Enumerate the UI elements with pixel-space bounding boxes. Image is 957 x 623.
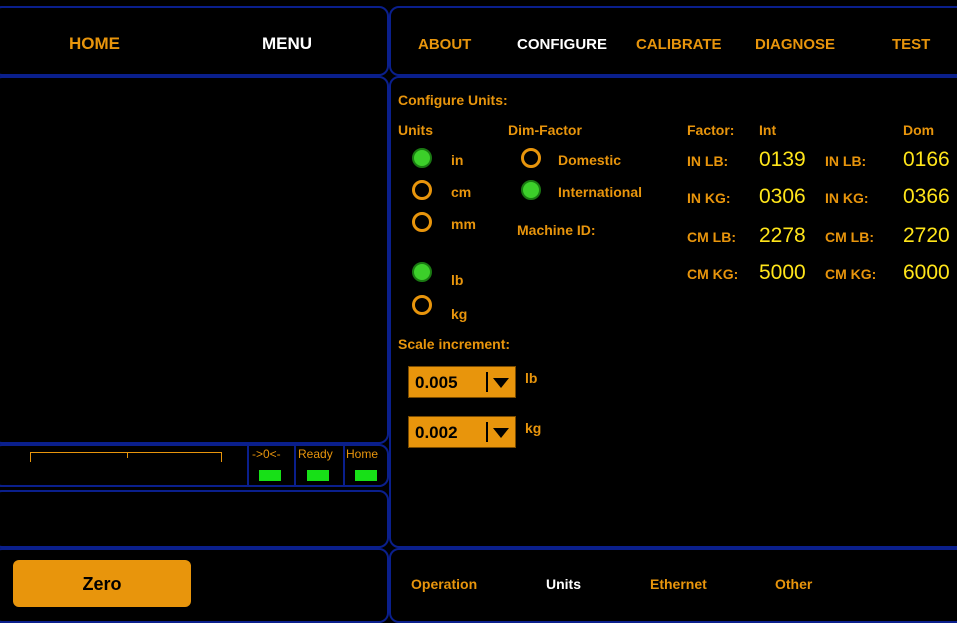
unit-kg-label: kg (451, 306, 468, 322)
select-divider (486, 422, 488, 442)
int-factor-value: 0139 (759, 148, 806, 171)
position-scale (30, 452, 222, 462)
units-header: Units (398, 122, 433, 138)
int-factor-label: IN LB: (687, 153, 729, 169)
unit-lb-radio[interactable] (412, 262, 432, 282)
tab-ethernet[interactable]: Ethernet (650, 576, 707, 592)
dom-header: Dom (903, 122, 935, 138)
kg-increment-unit: kg (525, 420, 542, 436)
scale-increment-label: Scale increment: (398, 336, 511, 352)
top-left-panel (0, 6, 389, 76)
dom-factor-value: 0366 (903, 185, 950, 208)
dom-factor-value: 2720 (903, 224, 950, 247)
unit-cm-radio[interactable] (412, 180, 432, 200)
tab-configure[interactable]: CONFIGURE (517, 36, 607, 53)
chevron-down-icon (493, 378, 509, 388)
dom-factor-label: CM LB: (825, 229, 874, 245)
tab-about[interactable]: ABOUT (418, 36, 471, 53)
factor-header: Factor: (687, 122, 735, 138)
int-factor-label: IN KG: (687, 190, 731, 206)
dim-domestic-radio[interactable] (521, 148, 541, 168)
status-divider-1 (247, 444, 249, 487)
home-button[interactable]: HOME (69, 34, 120, 54)
left-message-panel (0, 490, 389, 548)
zero-button-label: Zero (82, 574, 122, 594)
unit-kg-radio[interactable] (412, 295, 432, 315)
dim-international-label: International (558, 184, 643, 200)
dim-domestic-label: Domestic (558, 152, 622, 168)
config-panel (389, 76, 957, 548)
zero-button[interactable]: Zero (13, 560, 191, 607)
int-factor-value: 0306 (759, 185, 806, 208)
dom-factor-label: IN LB: (825, 153, 867, 169)
kg-increment-select[interactable]: 0.002 (408, 416, 516, 448)
select-divider (486, 372, 488, 392)
kg-increment-value: 0.002 (415, 423, 458, 442)
lb-increment-value: 0.005 (415, 373, 458, 392)
machine-id-label: Machine ID: (517, 222, 596, 238)
lb-increment-select[interactable]: 0.005 (408, 366, 516, 398)
tab-diagnose[interactable]: DIAGNOSE (755, 36, 835, 53)
menu-button[interactable]: MENU (262, 34, 312, 54)
unit-mm-radio[interactable] (412, 212, 432, 232)
status-divider-3 (343, 444, 345, 487)
zero-indicator (259, 470, 281, 481)
tab-operation[interactable]: Operation (411, 576, 477, 592)
position-scale-tick (127, 453, 128, 458)
dom-factor-value: 6000 (903, 261, 950, 284)
int-factor-label: CM KG: (687, 266, 739, 282)
tab-units[interactable]: Units (546, 576, 581, 592)
zero-status-label: ->0<- (252, 447, 281, 461)
dim-international-radio[interactable] (521, 180, 541, 200)
ready-status-label: Ready (298, 447, 333, 461)
ready-indicator (307, 470, 329, 481)
chevron-down-icon (493, 428, 509, 438)
left-display-panel (0, 76, 389, 444)
dim-factor-header: Dim-Factor (508, 122, 582, 138)
lb-increment-unit: lb (525, 370, 538, 386)
configure-units-title: Configure Units: (398, 92, 508, 108)
status-divider-2 (294, 444, 296, 487)
unit-in-radio[interactable] (412, 148, 432, 168)
home-status-label: Home (346, 447, 379, 461)
unit-cm-label: cm (451, 184, 472, 200)
tab-other[interactable]: Other (775, 576, 812, 592)
dom-factor-label: IN KG: (825, 190, 869, 206)
unit-mm-label: mm (451, 216, 476, 232)
int-header: Int (759, 122, 777, 138)
dom-factor-value: 0166 (903, 148, 950, 171)
tab-test[interactable]: TEST (892, 36, 930, 53)
tab-calibrate[interactable]: CALIBRATE (636, 36, 722, 53)
int-factor-label: CM LB: (687, 229, 736, 245)
home-indicator (355, 470, 377, 481)
int-factor-value: 2278 (759, 224, 806, 247)
unit-lb-label: lb (451, 272, 464, 288)
dom-factor-label: CM KG: (825, 266, 877, 282)
int-factor-value: 5000 (759, 261, 806, 284)
unit-in-label: in (451, 152, 464, 168)
